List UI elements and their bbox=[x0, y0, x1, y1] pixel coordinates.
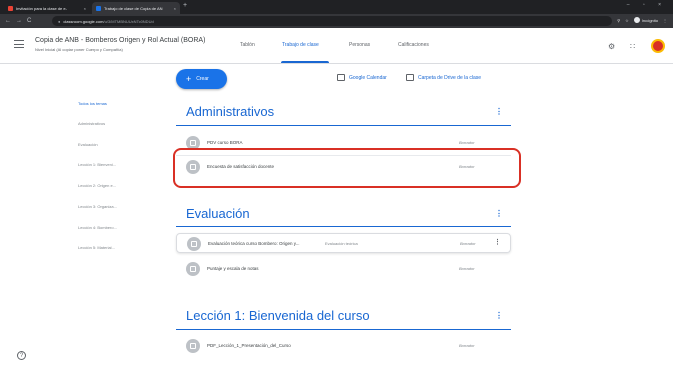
topic-leccion-4[interactable]: Lección 4: Bombero... bbox=[78, 225, 117, 230]
item-title: Puntaje y escala de notas bbox=[207, 266, 259, 271]
item-status: Borrador bbox=[459, 140, 475, 145]
topic-leccion-5[interactable]: Lección 5: Material... bbox=[78, 245, 115, 250]
item-title: PDV curso BORA bbox=[207, 140, 243, 145]
classroom-favicon-icon bbox=[96, 5, 101, 11]
tab-stream[interactable]: Tablón bbox=[240, 42, 255, 48]
menu-icon[interactable] bbox=[14, 40, 24, 48]
browser-menu-icon[interactable]: ⋮ bbox=[663, 18, 667, 23]
browser-tab-bar: Invitación para la clase de e- × Trabajo… bbox=[0, 0, 673, 14]
classroom-favicon-icon bbox=[8, 5, 13, 11]
folder-icon bbox=[406, 74, 414, 81]
topic-leccion-1[interactable]: Lección 1: Bienveni... bbox=[78, 162, 116, 167]
close-icon[interactable]: × bbox=[84, 6, 86, 11]
more-vert-icon[interactable]: ⋮ bbox=[495, 311, 503, 320]
new-tab-button[interactable]: + bbox=[183, 2, 187, 9]
tab-classwork[interactable]: Trabajo de clase bbox=[282, 42, 319, 48]
item-title: Evaluación teórica curso Bombero: Origen… bbox=[208, 241, 300, 246]
tab-title: Invitación para la clase de e- bbox=[16, 5, 67, 11]
tab-grades[interactable]: Calificaciones bbox=[398, 42, 429, 48]
settings-icon[interactable]: ⚙ bbox=[608, 42, 615, 51]
reload-button[interactable]: C bbox=[27, 18, 31, 24]
incognito-icon bbox=[633, 17, 640, 23]
course-title[interactable]: Copia de ANB - Bomberos Origen y Rol Act… bbox=[35, 37, 205, 44]
section-divider bbox=[176, 125, 511, 126]
section-title-leccion-1[interactable]: Lección 1: Bienvenida del curso bbox=[186, 308, 370, 323]
assignment-icon bbox=[186, 339, 200, 353]
url-bar[interactable]: ● classroom.google.com /u/3/MTMBNUUxNTc0… bbox=[52, 16, 612, 26]
section-divider bbox=[176, 226, 511, 227]
browser-tab-classwork[interactable]: Trabajo de clase de Copia de AN × bbox=[92, 2, 180, 14]
url-path: /u/3/MTMBNUUxNTc0NDUd bbox=[103, 18, 154, 24]
list-item[interactable]: Puntaje y escala de notas Borrador bbox=[176, 259, 511, 279]
calendar-icon bbox=[337, 74, 345, 81]
active-tab-indicator bbox=[281, 61, 329, 63]
item-status: Borrador bbox=[459, 266, 475, 271]
lock-icon: ● bbox=[58, 18, 61, 24]
item-status: Borrador bbox=[460, 241, 476, 246]
star-icon[interactable]: ☆ bbox=[625, 18, 629, 23]
create-label: Crear bbox=[196, 76, 209, 82]
search-icon[interactable]: ⚲ bbox=[617, 18, 620, 23]
list-item[interactable]: Evaluación teórica curso Bombero: Origen… bbox=[176, 233, 511, 253]
topic-all[interactable]: Todos los temas bbox=[78, 101, 107, 106]
topic-evaluacion[interactable]: Evaluación bbox=[78, 142, 98, 147]
calendar-label: Google Calendar bbox=[349, 74, 387, 81]
tab-title: Trabajo de clase de Copia de AN bbox=[104, 5, 163, 11]
classroom-header: Copia de ANB - Bomberos Origen y Rol Act… bbox=[0, 28, 673, 64]
incognito-indicator[interactable]: Incógnito bbox=[633, 17, 658, 23]
section-title-administrativos[interactable]: Administrativos bbox=[186, 104, 274, 119]
item-status: Borrador bbox=[459, 343, 475, 348]
tab-people[interactable]: Personas bbox=[349, 42, 370, 48]
drive-folder-link[interactable]: Carpeta de Drive de la clase bbox=[406, 74, 481, 81]
apps-icon[interactable]: ∷ bbox=[630, 42, 635, 51]
list-item[interactable]: PDF_Lección_1_Presentación_del_Curso Bor… bbox=[176, 336, 511, 356]
section-title-evaluacion[interactable]: Evaluación bbox=[186, 206, 250, 221]
topic-leccion-3[interactable]: Lección 3: Organiza... bbox=[78, 204, 117, 209]
assignment-icon bbox=[187, 237, 201, 251]
url-host: classroom.google.com bbox=[63, 18, 104, 24]
account-avatar-icon[interactable] bbox=[651, 39, 665, 53]
google-calendar-link[interactable]: Google Calendar bbox=[337, 74, 387, 81]
create-button[interactable]: + Crear bbox=[176, 69, 227, 89]
more-vert-icon[interactable]: ⋮ bbox=[495, 107, 503, 116]
topic-leccion-2[interactable]: Lección 2: Origen e... bbox=[78, 183, 116, 188]
drive-label: Carpeta de Drive de la clase bbox=[418, 74, 482, 81]
topic-administrativos[interactable]: Administrativos bbox=[78, 121, 105, 126]
incognito-label: Incógnito bbox=[641, 17, 658, 23]
back-button[interactable]: ← bbox=[5, 18, 11, 24]
assignment-icon bbox=[186, 262, 200, 276]
highlight-box bbox=[173, 148, 521, 188]
item-title: PDF_Lección_1_Presentación_del_Curso bbox=[207, 343, 291, 348]
more-vert-icon[interactable]: ⋮ bbox=[494, 238, 501, 246]
course-subtitle: Nivel Inicial (Al copiar poner Cuerpo y … bbox=[35, 47, 123, 52]
plus-icon: + bbox=[186, 73, 192, 84]
browser-tab-invitation[interactable]: Invitación para la clase de e- × bbox=[4, 2, 90, 14]
window-controls[interactable]: – ▫ × bbox=[627, 2, 667, 8]
browser-toolbar: ← → C ● classroom.google.com /u/3/MTMBNU… bbox=[0, 14, 673, 28]
help-icon[interactable]: ? bbox=[17, 351, 26, 360]
more-vert-icon[interactable]: ⋮ bbox=[495, 209, 503, 218]
forward-button[interactable]: → bbox=[16, 18, 22, 24]
close-icon[interactable]: × bbox=[174, 6, 176, 11]
item-topic-tag: Evaluación teórica bbox=[325, 241, 358, 246]
section-divider bbox=[176, 329, 511, 330]
